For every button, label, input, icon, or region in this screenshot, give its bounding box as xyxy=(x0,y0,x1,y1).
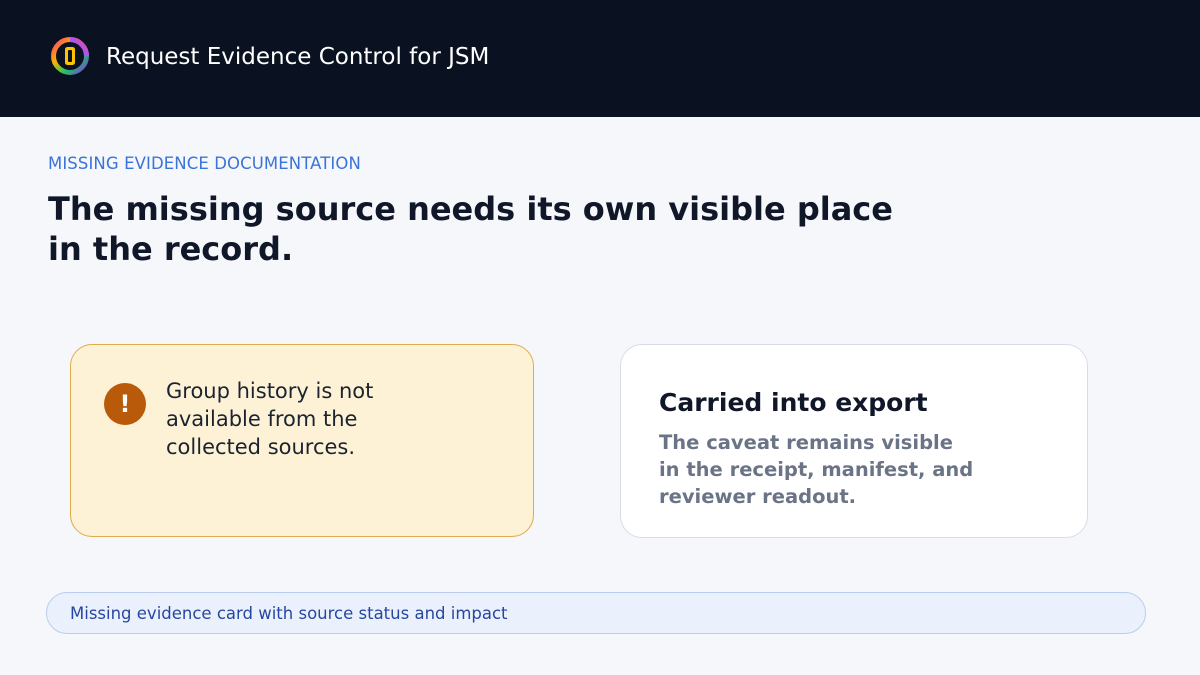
section-eyebrow: MISSING EVIDENCE DOCUMENTATION xyxy=(48,154,361,173)
app-title: Request Evidence Control for JSM xyxy=(106,44,490,70)
page-headline: The missing source needs its own visible… xyxy=(48,190,893,268)
exclamation-icon: ! xyxy=(104,383,146,425)
export-card-body: The caveat remains visible in the receip… xyxy=(659,431,974,508)
caption-pill: Missing evidence card with source status… xyxy=(46,592,1146,634)
missing-evidence-card: ! Group history is not available from th… xyxy=(70,344,534,537)
export-card: Carried into export The caveat remains v… xyxy=(620,344,1088,538)
app-header: Request Evidence Control for JSM xyxy=(0,0,1200,117)
ring-logo-icon xyxy=(51,37,89,75)
missing-evidence-text: Group history is not available from the … xyxy=(166,379,374,459)
caption-text: Missing evidence card with source status… xyxy=(70,604,508,623)
export-card-title: Carried into export xyxy=(659,388,928,417)
